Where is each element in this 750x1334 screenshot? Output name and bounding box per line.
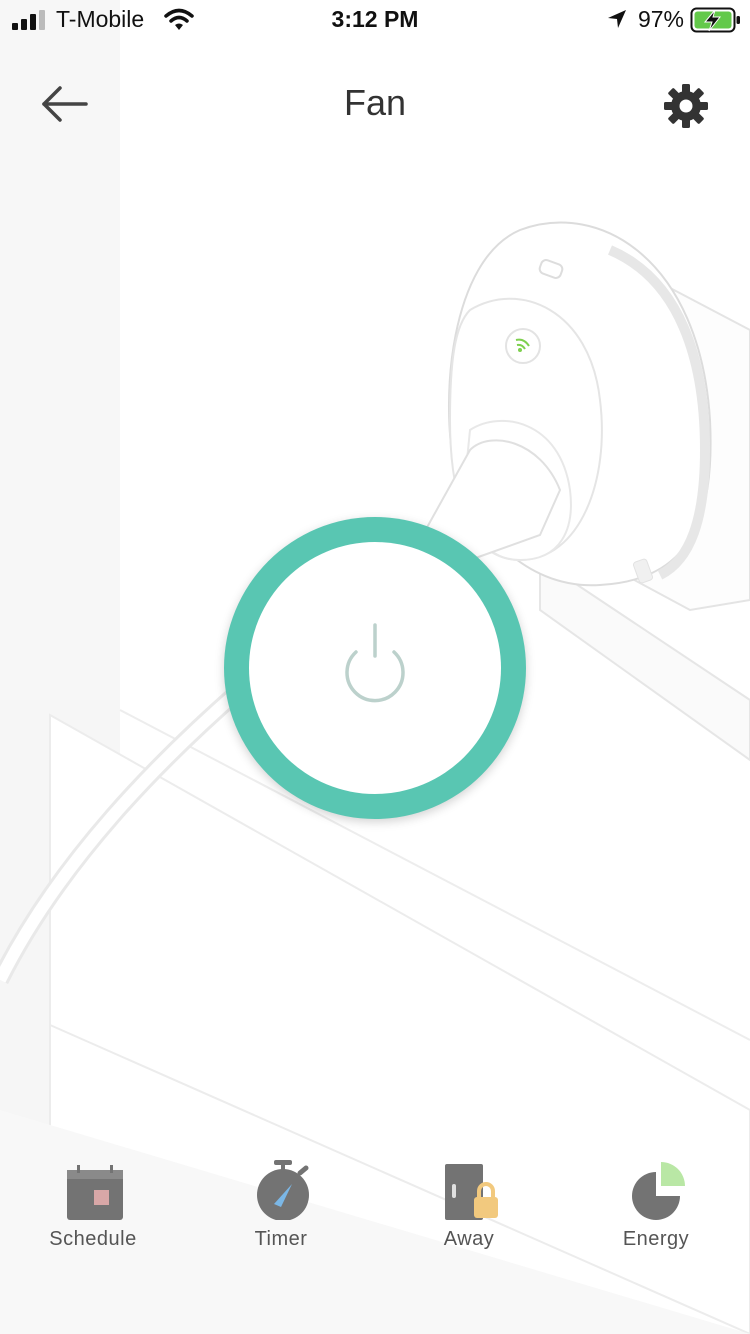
- calendar-icon: [67, 1165, 123, 1220]
- battery-percent: 97%: [637, 6, 684, 32]
- stopwatch-icon: [257, 1160, 309, 1220]
- schedule-button[interactable]: Schedule: [23, 1150, 163, 1260]
- settings-button[interactable]: [660, 80, 712, 132]
- status-bar: T-Mobile 3:12 PM 97%: [0, 0, 750, 40]
- location-arrow-icon: [608, 10, 626, 28]
- energy-button[interactable]: Energy: [586, 1150, 726, 1260]
- power-toggle-button[interactable]: [224, 517, 526, 819]
- page-title: Fan: [343, 82, 407, 123]
- gear-icon: [664, 84, 708, 128]
- pie-chart-icon: [632, 1162, 685, 1220]
- timer-button[interactable]: Timer: [211, 1150, 351, 1260]
- away-label: Away: [443, 1228, 495, 1250]
- schedule-label: Schedule: [49, 1228, 137, 1250]
- energy-label: Energy: [622, 1228, 690, 1250]
- away-button[interactable]: Away: [399, 1150, 539, 1260]
- battery-charging-icon: [690, 7, 740, 33]
- door-lock-icon: [445, 1164, 498, 1220]
- timer-label: Timer: [254, 1228, 308, 1250]
- bottom-feature-bar: Schedule Timer Away Energy: [0, 1150, 750, 1270]
- power-icon: [345, 623, 405, 703]
- power-button-face: [249, 542, 501, 794]
